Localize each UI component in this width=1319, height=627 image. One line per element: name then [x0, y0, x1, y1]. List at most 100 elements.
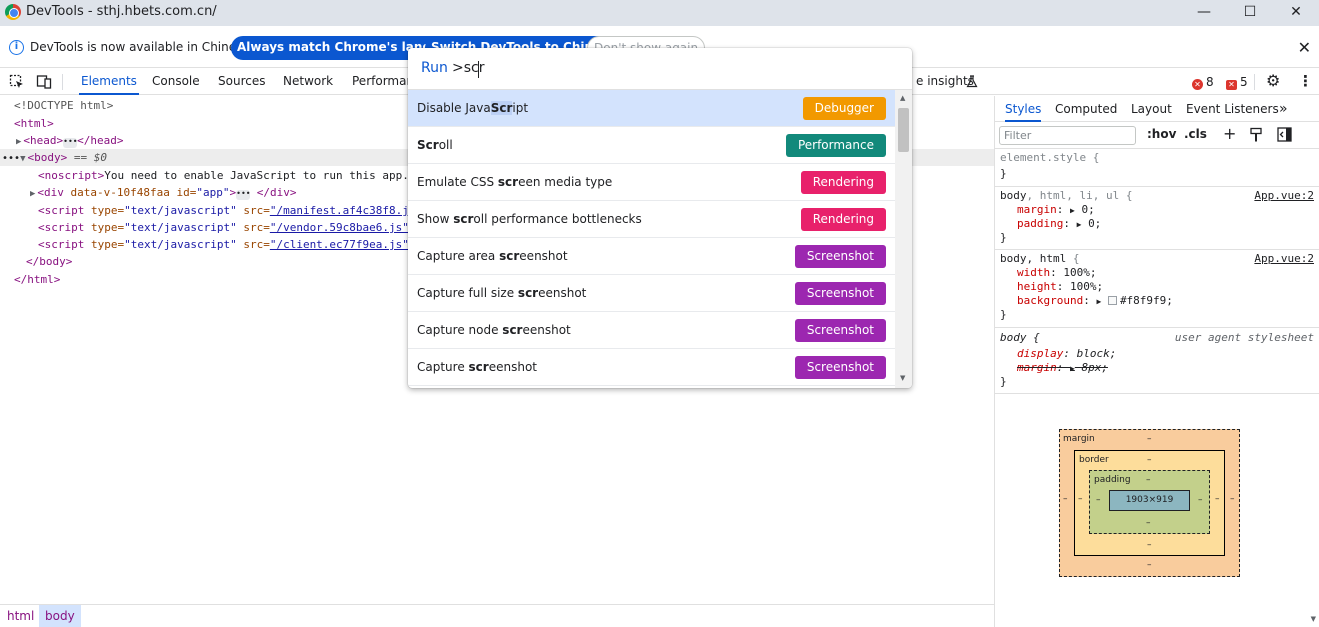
close-window-button[interactable]: ✕	[1273, 0, 1319, 26]
tab-styles[interactable]: Styles	[1005, 96, 1042, 122]
rule-selector[interactable]: body {	[1000, 331, 1040, 345]
settings-gear-icon[interactable]: ⚙	[1266, 71, 1280, 90]
dom-app-div[interactable]: ▶ <div data-v-10f48faa id="app">••• </div…	[30, 184, 297, 201]
infobar-close-icon[interactable]: ✕	[1298, 38, 1311, 57]
script-src-link[interactable]: "/manifest.af4c38f8.j	[270, 204, 409, 217]
maximize-button[interactable]: ☐	[1227, 0, 1273, 26]
error-count: 8	[1206, 75, 1214, 89]
command-input-row[interactable]: Run >scr	[408, 48, 912, 90]
margin-right-value[interactable]: –	[1230, 494, 1235, 504]
style-property[interactable]: height: 100%;	[1017, 280, 1103, 294]
error-count-badge[interactable]: ✕ 8	[1192, 75, 1214, 90]
more-options-icon[interactable]: ⋮	[1298, 72, 1313, 90]
style-property[interactable]: width: 100%;	[1017, 266, 1097, 280]
styles-tabs: Styles Computed Layout Event Listeners »	[995, 96, 1319, 122]
dom-script-vendor[interactable]: <script type="text/javascript" src="/ven…	[38, 219, 409, 236]
command-item[interactable]: Disable JavaScript Debugger	[408, 90, 895, 127]
tab-console[interactable]: Console	[150, 68, 202, 95]
tab-computed[interactable]: Computed	[1055, 96, 1117, 122]
minimize-button[interactable]: —	[1181, 0, 1227, 26]
rule-selector[interactable]: body, html, li, ul {	[1000, 189, 1132, 203]
scrollbar-thumb[interactable]	[898, 108, 909, 152]
box-model-content[interactable]: 1903×919	[1109, 490, 1190, 511]
scroll-down-arrow-icon[interactable]: ▼	[1311, 615, 1316, 623]
padding-top-value[interactable]: –	[1146, 475, 1151, 485]
toolbar-divider	[62, 74, 63, 90]
style-property[interactable]: padding: ▶ 0;	[1017, 217, 1101, 231]
breadcrumb: html body	[0, 604, 994, 627]
command-item[interactable]: Show scroll performance bottlenecks Rende…	[408, 201, 895, 238]
command-item[interactable]: Scroll Performance	[408, 127, 895, 164]
tab-network[interactable]: Network	[281, 68, 335, 95]
border-bottom-value[interactable]: –	[1147, 540, 1152, 550]
class-toggle[interactable]: .cls	[1184, 127, 1207, 141]
node-actions-icon[interactable]: •••	[2, 153, 20, 164]
style-property[interactable]: background: ▶ #f8f9f9;	[1017, 294, 1173, 308]
padding-bottom-value[interactable]: –	[1146, 518, 1151, 528]
scroll-up-arrow-icon[interactable]: ▲	[900, 94, 905, 102]
styles-filter-row: :hov .cls +	[995, 122, 1319, 149]
style-property-overridden[interactable]: margin: ▶ 8px;	[1017, 361, 1108, 375]
dom-head[interactable]: ▶ <head>•••</head>	[16, 132, 124, 149]
command-scrollbar[interactable]: ▲ ▼	[895, 90, 912, 388]
tab-elements[interactable]: Elements	[79, 68, 139, 95]
color-swatch-icon[interactable]	[1107, 296, 1117, 305]
paint-brush-icon[interactable]	[1249, 127, 1263, 143]
scroll-down-arrow-icon[interactable]: ▼	[900, 374, 905, 382]
style-property[interactable]: display: block;	[1017, 347, 1116, 361]
rule-source-link[interactable]: App.vue:2	[1254, 252, 1314, 265]
breadcrumb-html[interactable]: html	[1, 605, 40, 627]
inspect-element-icon[interactable]	[9, 74, 25, 90]
command-item[interactable]: Capture full size screenshot Screenshot	[408, 275, 895, 312]
margin-top-value[interactable]: –	[1147, 434, 1152, 444]
collapse-triangle-icon[interactable]: ▼	[20, 154, 25, 164]
dom-html-open[interactable]: <html>	[14, 115, 54, 132]
tab-sources[interactable]: Sources	[216, 68, 267, 95]
border-top-value[interactable]: –	[1147, 455, 1152, 465]
command-item[interactable]: Capture node screenshot Screenshot	[408, 312, 895, 349]
border-right-value[interactable]: –	[1215, 494, 1220, 504]
dom-body-close[interactable]: </body>	[26, 253, 72, 270]
padding-left-value[interactable]: –	[1096, 495, 1101, 505]
box-model-margin[interactable]: margin – – – – border – – – – padding – …	[1059, 429, 1240, 577]
breadcrumb-body[interactable]: body	[39, 605, 81, 627]
collapsed-ellipsis-icon[interactable]: •••	[236, 190, 251, 200]
dom-script-manifest[interactable]: <script type="text/javascript" src="/man…	[38, 202, 409, 219]
expand-triangle-icon[interactable]: ▶	[30, 189, 35, 199]
rule-selector[interactable]: element.style {	[1000, 151, 1099, 165]
hover-state-toggle[interactable]: :hov	[1147, 127, 1176, 141]
dom-doctype[interactable]: <!DOCTYPE html>	[14, 97, 113, 114]
add-rule-plus-icon[interactable]: +	[1223, 124, 1236, 143]
dom-body-open[interactable]: •••▼ <body> == $0	[2, 149, 107, 166]
device-toolbar-icon[interactable]	[36, 74, 52, 90]
command-item[interactable]: Emulate CSS screen media type Rendering	[408, 164, 895, 201]
rule-source-link[interactable]: App.vue:2	[1254, 189, 1314, 202]
rule-selector[interactable]: body, html {	[1000, 252, 1079, 266]
collapsed-ellipsis-icon[interactable]: •••	[63, 138, 78, 148]
dom-html-close[interactable]: </html>	[14, 271, 60, 288]
issues-count-badge[interactable]: ✕ 5	[1226, 75, 1248, 90]
more-tabs-chevron-icon[interactable]: »	[1279, 96, 1288, 122]
script-src-link[interactable]: "/vendor.59c8bae6.js"	[270, 221, 409, 234]
padding-right-value[interactable]: –	[1198, 495, 1203, 505]
box-model-padding[interactable]: padding – – – – 1903×919	[1089, 470, 1210, 534]
script-src-link[interactable]: "/client.ec77f9ea.js"	[270, 238, 409, 251]
margin-bottom-value[interactable]: –	[1147, 560, 1152, 570]
error-icon: ✕	[1192, 79, 1203, 90]
chrome-logo-icon	[5, 4, 21, 20]
styles-filter-input[interactable]	[999, 126, 1136, 145]
command-item[interactable]: Capture screenshot Screenshot	[408, 349, 895, 386]
expand-triangle-icon[interactable]: ▶	[16, 137, 21, 147]
border-left-value[interactable]: –	[1078, 494, 1083, 504]
toggle-sidebar-icon[interactable]	[1277, 127, 1292, 142]
box-model-border[interactable]: border – – – – padding – – – – 1903×919	[1074, 450, 1225, 556]
style-property[interactable]: margin: ▶ 0;	[1017, 203, 1095, 217]
rule-source-ua: user agent stylesheet	[1174, 331, 1314, 344]
dom-script-client[interactable]: <script type="text/javascript" src="/cli…	[38, 236, 409, 253]
margin-left-value[interactable]: –	[1063, 494, 1068, 504]
command-query-input[interactable]: >scr	[452, 60, 484, 76]
tab-event-listeners[interactable]: Event Listeners	[1186, 96, 1279, 122]
dom-noscript[interactable]: <noscript>You need to enable JavaScript …	[38, 167, 409, 184]
tab-layout[interactable]: Layout	[1131, 96, 1172, 122]
command-item[interactable]: Capture area screenshot Screenshot	[408, 238, 895, 275]
